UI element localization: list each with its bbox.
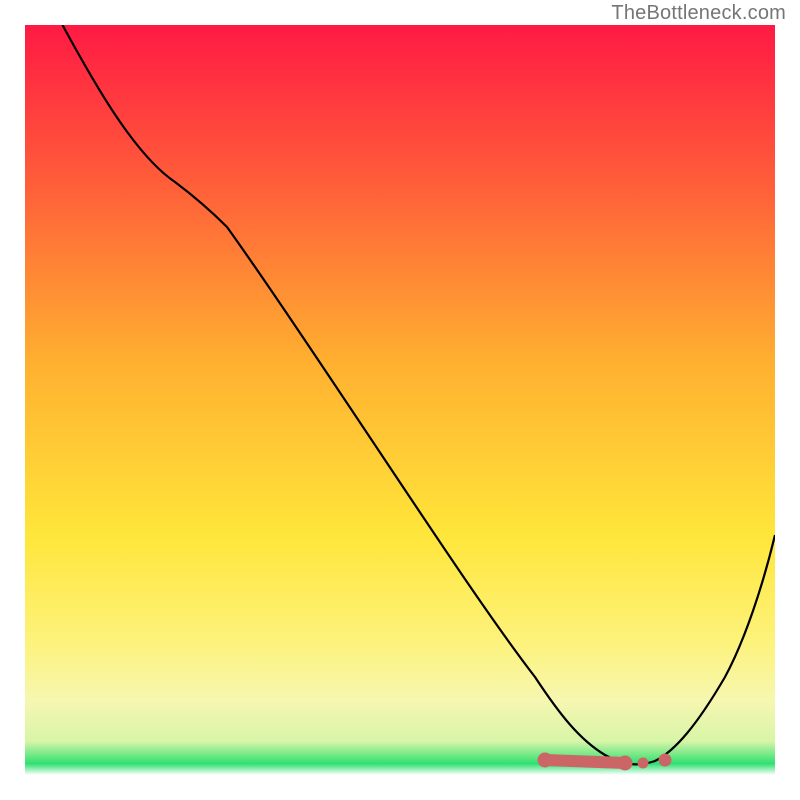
gradient-background bbox=[25, 25, 775, 775]
optimal-range-track bbox=[545, 760, 625, 763]
optimal-range-start-marker bbox=[538, 753, 552, 767]
chart-container: TheBottleneck.com bbox=[0, 0, 800, 800]
bottleneck-chart bbox=[25, 25, 775, 775]
optimal-range-dot bbox=[638, 758, 648, 768]
optimal-range-mid-marker bbox=[618, 756, 632, 770]
attribution-text: TheBottleneck.com bbox=[611, 2, 786, 25]
optimal-range-end-marker bbox=[659, 754, 671, 766]
